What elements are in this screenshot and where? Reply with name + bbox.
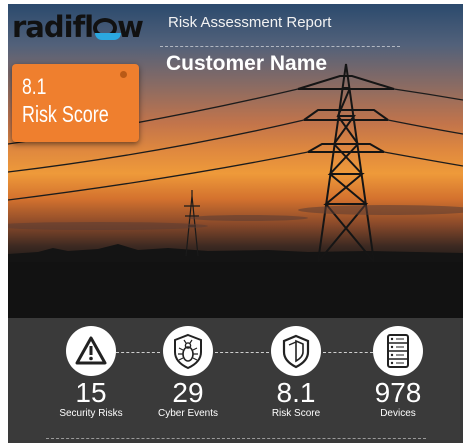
stat-risk-score: 8.1 Risk Score (246, 318, 346, 419)
customer-name: Customer Name (166, 52, 328, 75)
stat-security-risks: 15 Security Risks (41, 318, 141, 419)
stat-label: Security Risks (59, 408, 123, 419)
warning-icon (66, 326, 116, 376)
bug-shield-icon (163, 326, 213, 376)
stat-value: 978 (374, 377, 422, 408)
stat-label: Risk Score (271, 408, 321, 419)
stat-devices: 978 Devices (348, 318, 448, 419)
stat-cyber-events: 29 Cyber Events (138, 318, 238, 419)
badge-dot (120, 71, 127, 78)
shield-icon (271, 326, 321, 376)
badge-score: 8.1 (22, 74, 47, 99)
stat-value: 29 (172, 377, 204, 408)
server-icon (373, 326, 423, 376)
stat-value: 8.1 (276, 377, 316, 408)
header-divider (160, 46, 400, 47)
report-cover: radifl w Risk Assessment Report Customer … (8, 4, 463, 443)
stat-label: Devices (380, 408, 416, 419)
logo-o-mark (93, 18, 122, 40)
footer-divider (46, 438, 426, 439)
stats-bar: 15 Security Risks 29 Cyber Events 8.1 Ri… (8, 318, 463, 443)
stat-label: Cyber Events (157, 408, 219, 419)
stat-value: 15 (75, 377, 107, 408)
risk-score-badge: 8.1 Risk Score (12, 64, 139, 142)
report-title: Risk Assessment Report (168, 14, 332, 31)
badge-label: Risk Score (22, 101, 109, 127)
radiflow-logo: radifl w (12, 10, 144, 44)
